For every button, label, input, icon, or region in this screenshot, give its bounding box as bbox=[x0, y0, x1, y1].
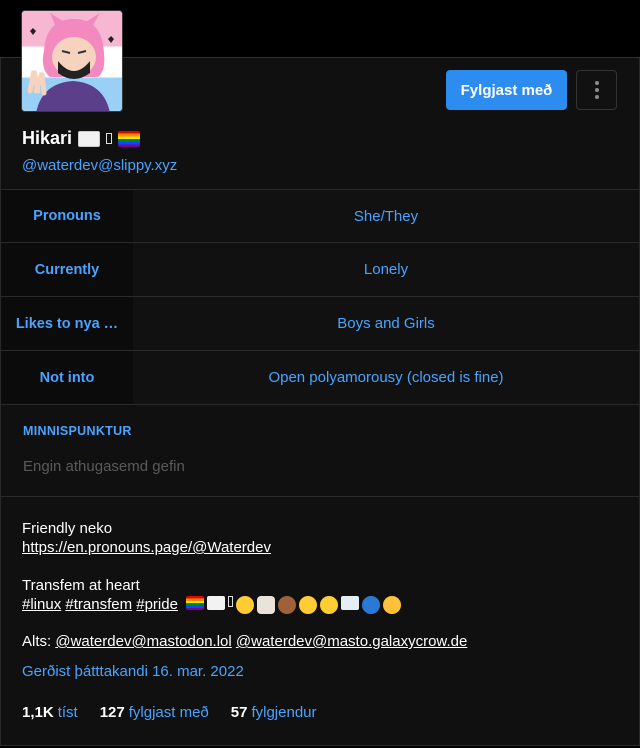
flushed-face-icon bbox=[299, 596, 318, 615]
alt-account-link[interactable]: @waterdev@masto.galaxycrow.de bbox=[236, 633, 467, 650]
hashtag-link[interactable]: #pride bbox=[136, 596, 178, 613]
stat-number: 1,1K bbox=[22, 704, 54, 721]
stat-label: fylgjast með bbox=[128, 704, 209, 721]
white-flag-icon bbox=[78, 130, 101, 147]
envelope-icon bbox=[341, 596, 360, 611]
stat-label: fylgjendur bbox=[251, 704, 317, 721]
hashtag-link[interactable]: #transfem bbox=[65, 596, 132, 613]
stat-number: 57 bbox=[230, 704, 248, 721]
stat-number: 127 bbox=[99, 704, 125, 721]
rainbow-flag-icon bbox=[118, 130, 141, 147]
note-section: MINNISPUNKTUR Engin athugasemd gefin bbox=[1, 405, 639, 497]
display-name-text: Hikari bbox=[22, 128, 73, 148]
field-row-pronouns: Pronouns She/They bbox=[1, 189, 639, 243]
more-options-button[interactable] bbox=[576, 70, 617, 110]
rainbow-flag-icon bbox=[186, 596, 205, 611]
bio-line: Friendly neko bbox=[22, 520, 113, 537]
bio-line: Transfem at heart bbox=[22, 577, 140, 594]
pronouns-link[interactable]: https://en.pronouns.page/@Waterdev bbox=[22, 539, 271, 556]
stat-label: tíst bbox=[57, 704, 78, 721]
joined-date: Gerðist þátttakandi 16. mar. 2022 bbox=[22, 663, 244, 680]
field-row-likes: Likes to nya … Boys and Girls bbox=[1, 297, 639, 351]
stat-following[interactable]: 127 fylgjast með bbox=[100, 704, 209, 721]
field-name: Currently bbox=[1, 243, 133, 296]
display-name: Hikari bbox=[22, 128, 141, 149]
see-no-evil-monkey-icon bbox=[278, 596, 297, 615]
field-value: Lonely bbox=[133, 243, 639, 296]
field-row-currently: Currently Lonely bbox=[1, 243, 639, 297]
avatar[interactable] bbox=[21, 10, 123, 112]
hashtag-link[interactable]: #linux bbox=[22, 596, 61, 613]
cat-face-icon bbox=[383, 596, 402, 615]
alt-account-link[interactable]: @waterdev@mastodon.lol bbox=[55, 633, 231, 650]
alts-line: Alts: @waterdev@mastodon.lol @waterdev@m… bbox=[22, 633, 467, 650]
field-name: Pronouns bbox=[1, 190, 133, 242]
water-wave-icon bbox=[362, 596, 381, 615]
field-value: Boys and Girls bbox=[133, 297, 639, 350]
more-vertical-icon bbox=[594, 81, 599, 99]
unknown-glyph-icon bbox=[228, 596, 234, 608]
field-row-not-into: Not into Open polyamorousy (closed is fi… bbox=[1, 351, 639, 405]
note-input[interactable]: Engin athugasemd gefin bbox=[23, 458, 185, 475]
stat-followers[interactable]: 57 fylgjendur bbox=[231, 704, 317, 721]
field-value: Open polyamorousy (closed is fine) bbox=[133, 351, 639, 404]
field-name: Likes to nya … bbox=[1, 297, 133, 350]
smiling-face-icon bbox=[236, 596, 255, 615]
emoji-row bbox=[186, 596, 402, 615]
stats-bar: 1,1K tíst 127 fylgjast með 57 fylgjendur bbox=[22, 704, 317, 721]
white-flag-icon bbox=[207, 596, 226, 611]
face-without-mouth-icon bbox=[320, 596, 339, 615]
bio: Friendly neko https://en.pronouns.page/@… bbox=[22, 519, 622, 633]
unknown-glyph-icon bbox=[106, 133, 113, 144]
profile-fields: Pronouns She/They Currently Lonely Likes… bbox=[1, 189, 639, 405]
account-handle: @waterdev@slippy.xyz bbox=[22, 157, 178, 174]
stat-posts[interactable]: 1,1K tíst bbox=[22, 704, 78, 721]
coffee-icon bbox=[257, 596, 276, 615]
note-label: MINNISPUNKTUR bbox=[23, 424, 132, 438]
follow-button[interactable]: Fylgjast með bbox=[446, 70, 567, 110]
field-name: Not into bbox=[1, 351, 133, 404]
alts-prefix: Alts: bbox=[22, 633, 52, 650]
field-value: She/They bbox=[133, 190, 639, 242]
